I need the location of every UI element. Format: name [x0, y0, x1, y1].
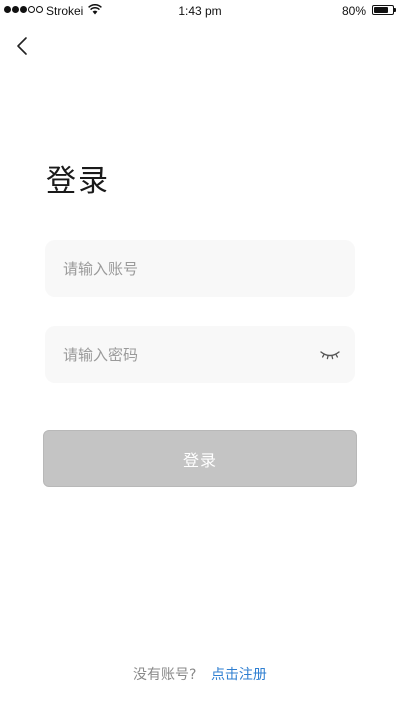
account-field: [45, 240, 355, 297]
battery-percentage: 80%: [341, 4, 366, 18]
register-link[interactable]: 点击注册: [211, 667, 267, 683]
status-time: 1:43 pm: [178, 4, 222, 18]
account-input[interactable]: [63, 240, 313, 297]
eye-closed-icon[interactable]: [319, 347, 341, 363]
password-field: [45, 326, 355, 383]
password-input[interactable]: [63, 326, 313, 383]
status-bar: Strokei 1:43 pm 80%: [0, 0, 400, 22]
back-button[interactable]: [8, 32, 36, 60]
battery-icon: [372, 5, 396, 15]
chevron-left-icon: [17, 37, 27, 55]
no-account-text: 没有账号?: [133, 667, 197, 683]
page-title: 登录: [46, 164, 110, 199]
login-screen: Strokei 1:43 pm 80% 登录 登录 没有账号? 点击注册: [0, 0, 400, 711]
register-prompt: 没有账号? 点击注册: [0, 664, 400, 684]
login-button[interactable]: 登录: [43, 430, 357, 487]
